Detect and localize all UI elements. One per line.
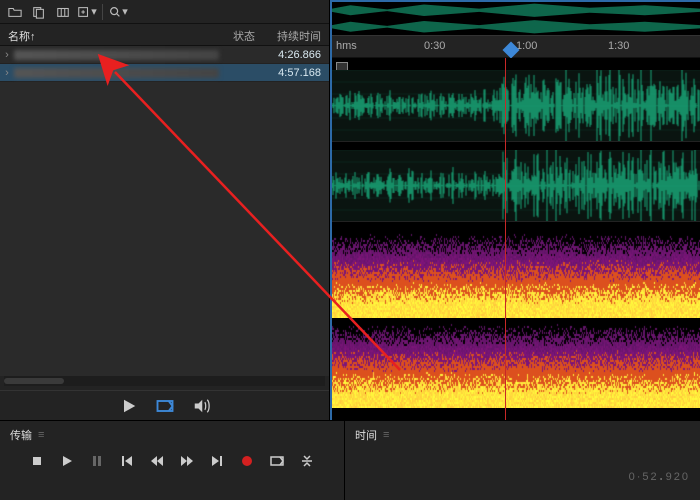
play-button[interactable] [59,453,75,469]
waveform-track-right[interactable] [332,150,700,222]
tracks-area[interactable] [332,58,700,420]
hms-label: hms [336,40,357,52]
play-button[interactable] [119,396,139,416]
file-list-header: 名称↑ 状态 持续时间 [0,24,329,46]
pause-button[interactable] [89,453,105,469]
col-status-header[interactable]: 状态 [209,24,259,45]
search-icon[interactable]: ▾ [107,2,129,22]
col-name-header[interactable]: 名称↑ [0,24,209,45]
transport-title: 传输 [10,427,32,443]
time-panel: 时间 ≡ 0·52.920 [345,421,700,500]
spectrogram-track-right[interactable] [332,320,700,408]
expand-icon[interactable]: › [0,49,14,61]
overview-waveform[interactable] [332,2,700,36]
file-list: › 4:26.866 › 4:57.168 [0,46,329,376]
file-row[interactable]: › 4:57.168 [0,64,329,82]
waveform-track-left[interactable] [332,70,700,142]
col-duration-header[interactable]: 持续时间 [259,24,329,45]
scrollbar-thumb[interactable] [4,378,64,384]
file-name-blurred [14,50,219,60]
panel-menu-icon[interactable]: ≡ [383,429,391,441]
folder-icon[interactable] [4,2,26,22]
rewind-button[interactable] [149,453,165,469]
files-toolbar: ▾ ▾ [0,0,329,24]
editor-panel: hms 0:30 1:00 1:30 [330,0,700,420]
transport-panel: 传输 ≡ [0,421,345,500]
stop-button[interactable] [29,453,45,469]
ruler-tick: 0:30 [424,40,445,52]
skip-selection-button[interactable] [299,453,315,469]
expand-icon[interactable]: › [0,67,14,79]
loop-button[interactable] [155,396,175,416]
skip-end-button[interactable] [209,453,225,469]
playhead-line[interactable] [505,58,506,420]
new-file-icon[interactable] [28,2,50,22]
fast-forward-button[interactable] [179,453,195,469]
panel-menu-icon[interactable]: ≡ [38,429,46,441]
skip-start-button[interactable] [119,453,135,469]
horizontal-scrollbar[interactable] [4,376,325,386]
files-panel: ▾ ▾ 名称↑ 状态 持续时间 › 4:26.866 › 4:57.168 [0,0,330,420]
ruler-tick: 1:30 [608,40,629,52]
file-duration: 4:57.168 [259,67,329,79]
file-duration: 4:26.866 [259,49,329,61]
time-title: 时间 [355,427,377,443]
spectrogram-track-left[interactable] [332,230,700,318]
preview-controls [0,390,329,420]
record-button[interactable] [239,453,255,469]
volume-button[interactable] [191,396,211,416]
file-name-blurred [14,68,219,78]
import-icon[interactable]: ▾ [76,2,98,22]
tabs-icon[interactable] [52,2,74,22]
loop-button[interactable] [269,453,285,469]
file-row[interactable]: › 4:26.866 [0,46,329,64]
timeline-ruler[interactable]: hms 0:30 1:00 1:30 [332,36,700,58]
time-display: 0·52.920 [355,453,690,488]
